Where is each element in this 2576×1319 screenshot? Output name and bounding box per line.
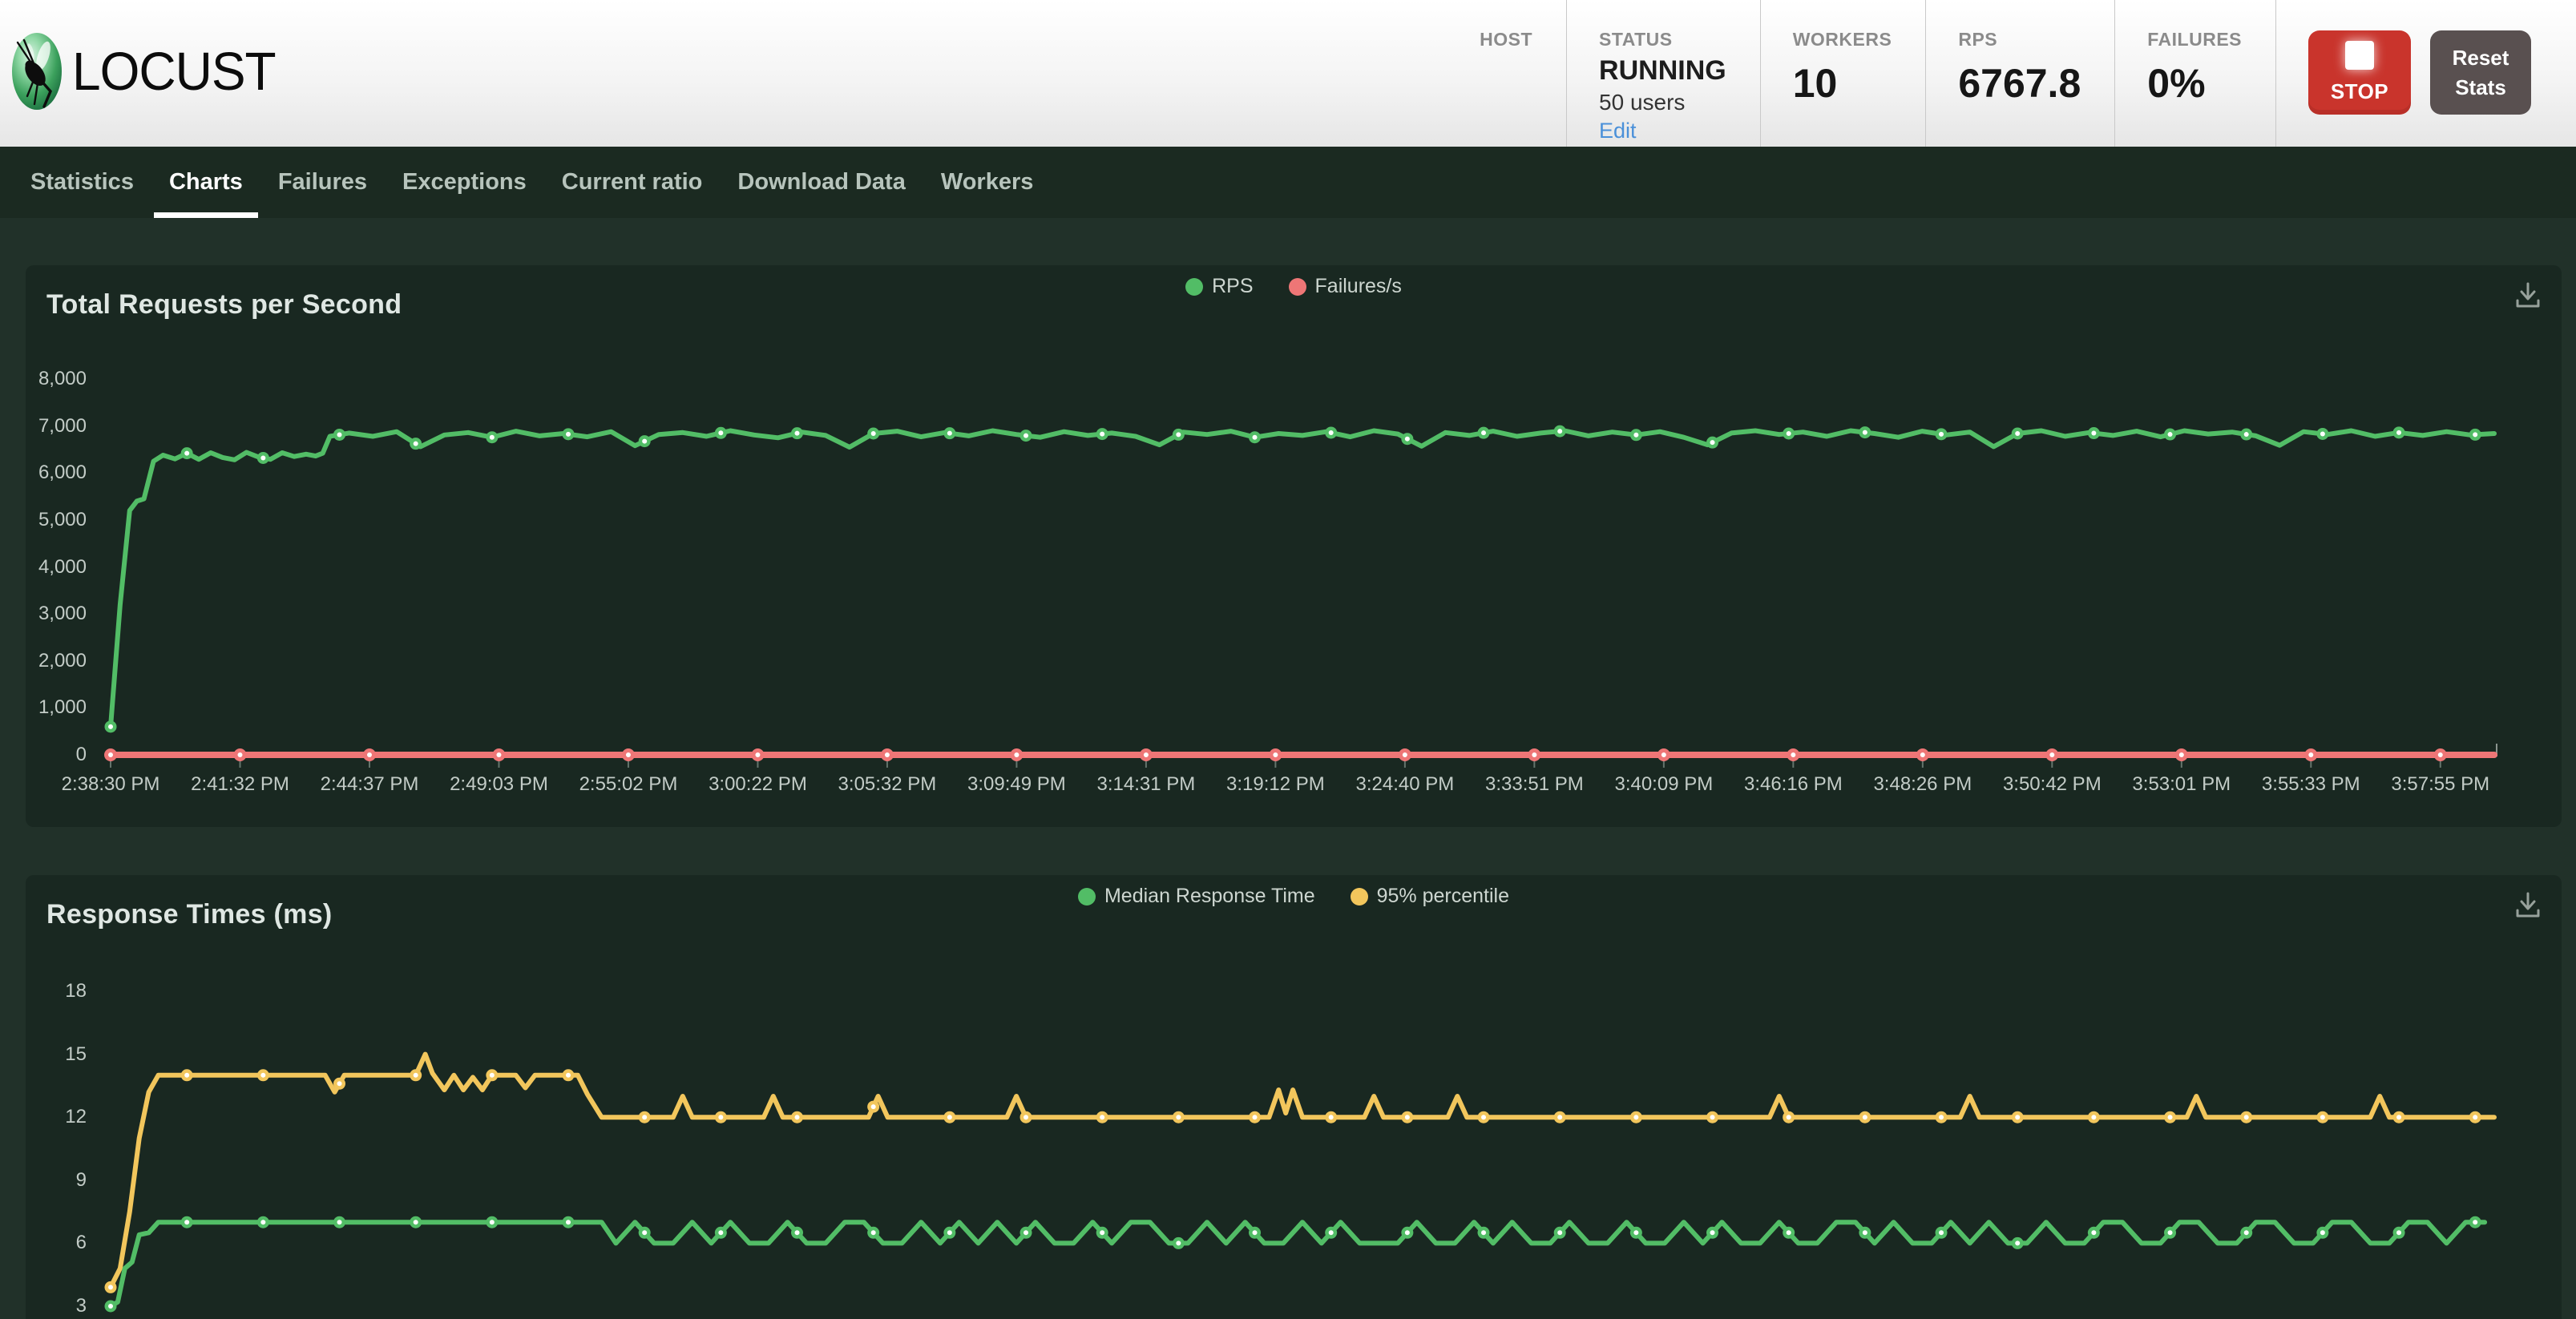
stats-container: HOST STATUS RUNNING 50 users Edit WORKERS 10 RP…	[1447, 0, 2276, 147]
chart-plot-area[interactable]	[26, 875, 2562, 1319]
series-line-median-response-time	[111, 1222, 2485, 1306]
nav-tabs: StatisticsChartsFailuresExceptionsCurren…	[0, 147, 2576, 218]
stat-value-rps: 6767.8	[1958, 60, 2081, 107]
chart-panel-1: Response Times (ms)Median Response Time9…	[26, 875, 2562, 1319]
tab-statistics[interactable]: Statistics	[13, 147, 151, 218]
stop-button[interactable]: STOP	[2308, 30, 2411, 115]
stat-value-failures: 0%	[2147, 60, 2242, 107]
stat-status: STATUS RUNNING 50 users Edit	[1599, 0, 1761, 147]
locust-logo-icon	[11, 32, 63, 111]
tab-current-ratio[interactable]: Current ratio	[544, 147, 721, 218]
tab-exceptions[interactable]: Exceptions	[385, 147, 544, 218]
tab-workers[interactable]: Workers	[923, 147, 1052, 218]
stat-sub-status: 50 users	[1599, 90, 1726, 115]
header-stats: HOST STATUS RUNNING 50 users Edit WORKERS 10 RP…	[1447, 0, 2531, 147]
series-markers-95-percentile	[105, 1069, 2481, 1293]
stat-label-rps: RPS	[1958, 29, 2081, 50]
stop-button-label: STOP	[2331, 79, 2388, 104]
reset-stats-button[interactable]: Reset Stats	[2430, 30, 2531, 115]
tab-charts[interactable]: Charts	[151, 147, 260, 218]
stat-value-workers: 10	[1793, 60, 1892, 107]
locust-logo: LOCUST	[11, 32, 276, 111]
header-buttons: STOP Reset Stats	[2308, 0, 2531, 147]
stat-failures: FAILURES 0%	[2147, 0, 2276, 147]
stop-icon	[2345, 41, 2374, 70]
stat-value-status: RUNNING	[1599, 55, 1726, 87]
stat-label-failures: FAILURES	[2147, 29, 2242, 50]
stat-rps: RPS 6767.8	[1958, 0, 2115, 147]
tab-failures[interactable]: Failures	[260, 147, 385, 218]
stat-workers: WORKERS 10	[1793, 0, 1927, 147]
series-line-95-percentile	[111, 1055, 2494, 1288]
chart-plot-area[interactable]	[26, 265, 2562, 827]
app-header: LOCUST HOST STATUS RUNNING 50 users Edit WORK…	[0, 0, 2576, 147]
stat-label-host: HOST	[1480, 29, 1532, 50]
logo-text: LOCUST	[72, 40, 276, 103]
stat-label-workers: WORKERS	[1793, 29, 1892, 50]
series-markers-rps	[105, 426, 2481, 733]
chart-panel-0: Total Requests per SecondRPSFailures/s01…	[26, 265, 2562, 827]
charts-main: Total Requests per SecondRPSFailures/s01…	[0, 265, 2576, 1319]
tab-download-data[interactable]: Download Data	[720, 147, 923, 218]
reset-stats-label: Reset Stats	[2441, 43, 2520, 102]
edit-link[interactable]: Edit	[1599, 119, 1726, 143]
stat-host: HOST	[1480, 0, 1567, 147]
stat-label-status: STATUS	[1599, 29, 1726, 50]
series-line-rps	[111, 431, 2494, 727]
